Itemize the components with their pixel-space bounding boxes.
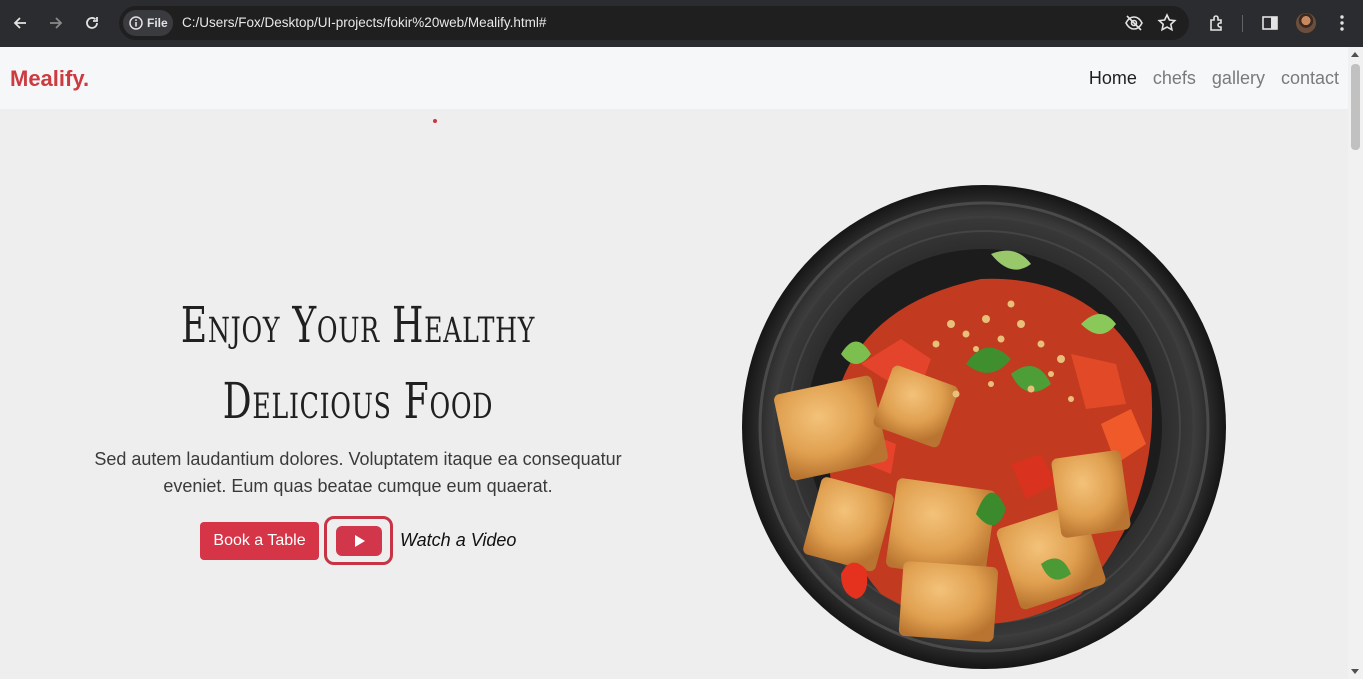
site-logo[interactable]: Mealify. (10, 66, 89, 92)
hero-description: Sed autem laudantium dolores. Voluptatem… (70, 446, 646, 500)
nav-link-contact[interactable]: contact (1281, 68, 1339, 89)
extensions-icon[interactable] (1206, 12, 1228, 34)
scroll-down-icon[interactable] (1351, 669, 1359, 674)
watch-video-link[interactable]: Watch a Video (400, 530, 516, 551)
url-text[interactable]: C:/Users/Fox/Desktop/UI-projects/fokir%2… (182, 15, 546, 30)
reload-button[interactable] (81, 12, 103, 34)
hero-description-line2: eveniet. Eum quas beatae cumque eum quae… (163, 476, 553, 496)
address-bar[interactable]: File C:/Users/Fox/Desktop/UI-projects/fo… (119, 6, 1189, 40)
profile-avatar[interactable] (1296, 13, 1316, 33)
hero-title-line1: Enjoy Your Healthy (180, 296, 536, 354)
play-button-bg (335, 525, 382, 556)
toolbar-divider (1242, 15, 1243, 32)
scrollbar-thumb[interactable] (1351, 64, 1360, 150)
page-scrollbar[interactable] (1348, 47, 1363, 679)
site-header: Mealify. Home chefs gallery contact (0, 47, 1348, 109)
info-icon (129, 16, 143, 30)
site-info-chip[interactable]: File (123, 10, 173, 36)
bookmark-star-icon[interactable] (1157, 13, 1177, 33)
play-icon (354, 534, 365, 547)
nav-link-chefs[interactable]: chefs (1153, 68, 1196, 89)
book-table-button[interactable]: Book a Table (200, 522, 319, 560)
page-viewport: Mealify. Home chefs gallery contact Enjo… (0, 47, 1348, 679)
watch-video-button[interactable] (324, 516, 393, 565)
arrow-right-icon (50, 17, 63, 29)
kebab-menu-icon[interactable] (1331, 12, 1353, 34)
hero-description-line1: Sed autem laudantium dolores. Voluptatem… (94, 449, 622, 469)
side-panel-icon[interactable] (1259, 12, 1281, 34)
forward-button[interactable] (45, 12, 67, 34)
file-chip-label: File (147, 16, 168, 30)
nav-link-gallery[interactable]: gallery (1212, 68, 1265, 89)
arrow-left-icon (13, 17, 26, 29)
back-button[interactable] (9, 12, 31, 34)
scroll-up-icon[interactable] (1351, 52, 1359, 57)
hero-title: Enjoy Your Healthy Delicious Food (158, 287, 558, 439)
browser-toolbar: File C:/Users/Fox/Desktop/UI-projects/fo… (0, 0, 1363, 47)
main-nav: Home chefs gallery contact (1089, 68, 1339, 89)
nav-link-home[interactable]: Home (1089, 68, 1137, 89)
decorative-dot (433, 119, 437, 123)
hero-title-line2: Delicious Food (222, 372, 494, 430)
reload-icon (86, 17, 98, 29)
eye-off-icon[interactable] (1124, 13, 1144, 33)
food-bowl-image (742, 185, 1226, 669)
